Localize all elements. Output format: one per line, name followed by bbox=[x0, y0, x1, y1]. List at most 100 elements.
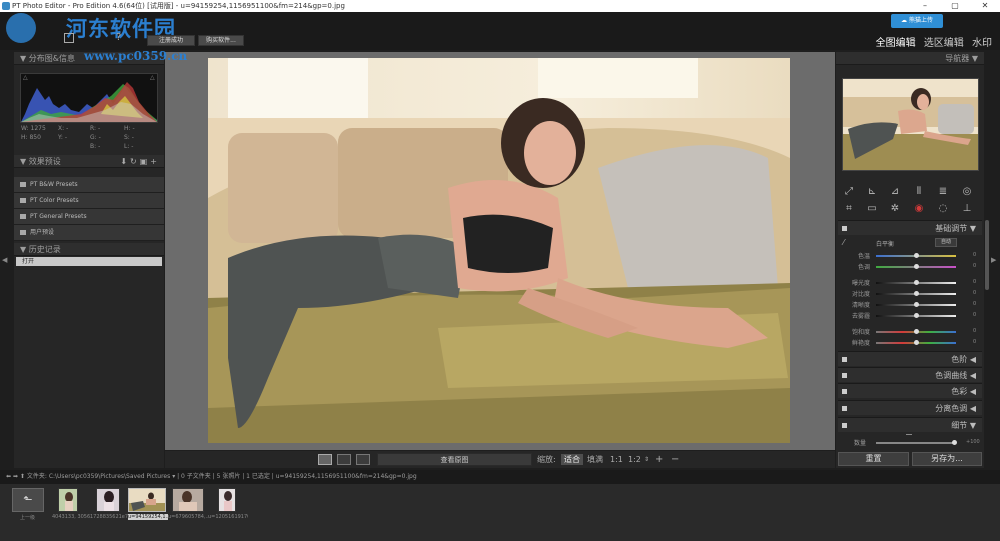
filmstrip-thumb[interactable] bbox=[58, 488, 78, 512]
help-icon[interactable]: ? bbox=[116, 32, 121, 43]
split-tone-section-header[interactable]: 分离色调 ◀ bbox=[838, 400, 982, 415]
close-window-button[interactable]: ✕ bbox=[974, 0, 996, 12]
zoom-1-1-button[interactable]: 1:1 bbox=[610, 454, 623, 465]
basic-adjust-header[interactable]: 基础调节 ▼ bbox=[838, 220, 982, 235]
crop-tool-icon[interactable]: ⤢ bbox=[843, 186, 855, 198]
gradient-tool-icon[interactable]: ≣ bbox=[937, 186, 949, 198]
rectangle-tool-icon[interactable]: ▭ bbox=[866, 203, 878, 215]
filmstrip-thumb[interactable] bbox=[172, 488, 204, 512]
view-split-vertical-button[interactable] bbox=[337, 454, 351, 465]
folder-icon bbox=[20, 182, 26, 187]
slider-knob[interactable] bbox=[914, 302, 919, 307]
slider-knob[interactable] bbox=[914, 329, 919, 334]
history-item[interactable]: 打开 bbox=[16, 257, 162, 266]
back-icon[interactable]: ⬅ bbox=[6, 473, 11, 480]
minimize-button[interactable]: – bbox=[914, 0, 936, 12]
folder-dropdown-icon[interactable]: ▾ bbox=[172, 473, 175, 480]
slider-label: 色调 bbox=[857, 264, 870, 271]
navigator-header[interactable]: 导航器 ▼ bbox=[836, 52, 984, 65]
vibrance-slider[interactable] bbox=[876, 340, 956, 345]
view-single-button[interactable] bbox=[318, 454, 332, 465]
tone-curve-section-header[interactable]: 色调曲线 ◀ bbox=[838, 367, 982, 382]
straighten-tool-icon[interactable]: ⊾ bbox=[866, 186, 878, 198]
presets-header[interactable]: ▼ 效果预设 ⬇↻▣+ bbox=[14, 155, 164, 168]
zoom-label: 缩放: bbox=[537, 455, 556, 464]
transform-tool-icon[interactable]: ⊿ bbox=[889, 186, 901, 198]
slider-knob[interactable] bbox=[914, 313, 919, 318]
tint-slider[interactable] bbox=[876, 264, 956, 269]
slider-knob[interactable] bbox=[914, 340, 919, 345]
navigator-thumbnail[interactable] bbox=[842, 78, 979, 171]
tab-watermark[interactable]: 水印 bbox=[972, 38, 992, 49]
forward-icon[interactable]: ➡ bbox=[13, 473, 18, 480]
cloud-upload-button[interactable]: ☁ 熊猫上传 bbox=[891, 14, 943, 28]
filmstrip-thumb[interactable] bbox=[218, 488, 236, 512]
contrast-slider[interactable] bbox=[876, 291, 956, 296]
auto-button[interactable]: 自动 bbox=[935, 238, 957, 247]
slider-knob[interactable] bbox=[914, 264, 919, 269]
filmstrip-thumb[interactable] bbox=[96, 488, 120, 512]
slider-knob[interactable] bbox=[914, 291, 919, 296]
preset-actions-icons[interactable]: ⬇↻▣+ bbox=[120, 155, 160, 168]
reset-button[interactable]: 重置 bbox=[838, 452, 909, 466]
eyedropper-icon[interactable]: ⁄ bbox=[843, 238, 844, 247]
register-button[interactable]: 注册成功 bbox=[147, 35, 195, 46]
heal-tool-icon[interactable]: ✲ bbox=[889, 203, 901, 215]
preset-folder-general[interactable]: PT General Presets bbox=[14, 209, 164, 225]
slider-value: 0 bbox=[973, 339, 977, 345]
up-folder-button[interactable]: ⬑ bbox=[12, 488, 44, 512]
color-section-header[interactable]: 色彩 ◀ bbox=[838, 383, 982, 398]
window-title: PT Photo Editor - Pro Edition 4.6(64位) [… bbox=[12, 2, 345, 10]
collapse-left-icon[interactable]: ◀ bbox=[2, 256, 7, 264]
slider-value: 0 bbox=[973, 263, 977, 269]
levels-section-header[interactable]: 色阶 ◀ bbox=[838, 351, 982, 366]
radial-tool-icon[interactable]: ◎ bbox=[961, 186, 973, 198]
saturation-slider[interactable] bbox=[876, 329, 956, 334]
right-panel-scrollbar[interactable] bbox=[985, 220, 989, 290]
up-icon[interactable]: ⬆ bbox=[20, 473, 25, 480]
clarity-slider[interactable] bbox=[876, 302, 956, 307]
zoom-fit-button[interactable]: 适合 bbox=[561, 454, 583, 465]
zoom-out-button[interactable]: − bbox=[671, 454, 679, 465]
tab-selective-edit[interactable]: 选区编辑 bbox=[924, 38, 964, 49]
detail-section-header[interactable]: 细节 ▼ bbox=[838, 417, 982, 432]
filmstrip-thumb-selected[interactable] bbox=[128, 488, 166, 512]
stamp-tool-icon[interactable]: ⊥ bbox=[961, 203, 973, 215]
temperature-slider[interactable] bbox=[876, 253, 956, 258]
clip-shadow-icon[interactable]: △ bbox=[23, 74, 28, 81]
slider-knob[interactable] bbox=[914, 280, 919, 285]
thumb-caption: u=12051619170... bbox=[208, 514, 248, 520]
view-original-button[interactable]: 查看原图 bbox=[377, 453, 532, 466]
slider-knob[interactable] bbox=[914, 253, 919, 258]
red-eye-tool-icon[interactable]: ◉ bbox=[913, 203, 925, 215]
zoom-stepper-icon[interactable]: ⇕ bbox=[644, 454, 649, 465]
preset-folder-user[interactable]: 用户预设 bbox=[14, 225, 164, 241]
slider-knob[interactable] bbox=[952, 440, 957, 445]
open-file-icon[interactable] bbox=[64, 33, 74, 43]
exposure-slider[interactable] bbox=[876, 280, 956, 285]
preset-folder-bw[interactable]: PT B&W Presets bbox=[14, 177, 164, 193]
history-header[interactable]: ▼ 历史记录 bbox=[14, 243, 164, 256]
dehaze-slider[interactable] bbox=[876, 313, 956, 318]
slider-label: 去雾霾 bbox=[851, 313, 870, 320]
buy-button[interactable]: 购买软件... bbox=[198, 35, 244, 46]
levels-tool-icon[interactable]: ⦀ bbox=[913, 186, 925, 198]
vignette-tool-icon[interactable]: ◌ bbox=[937, 203, 949, 215]
folder-path[interactable]: C:\Users\pc0359\Pictures\Saved Pictures bbox=[49, 473, 170, 480]
view-split-horizontal-button[interactable] bbox=[356, 454, 370, 465]
navigator-image bbox=[843, 79, 978, 170]
clip-highlight-icon[interactable]: △ bbox=[150, 74, 155, 81]
rotate-tool-icon[interactable]: ⌗ bbox=[843, 203, 855, 215]
collapse-right-icon[interactable]: ▶ bbox=[991, 256, 996, 264]
save-as-button[interactable]: 另存为... bbox=[912, 452, 982, 466]
slider-label: 色温 bbox=[857, 253, 870, 260]
amount-slider[interactable] bbox=[876, 440, 957, 445]
zoom-in-button[interactable]: + bbox=[655, 454, 663, 465]
tab-full-edit[interactable]: 全图编辑 bbox=[876, 38, 916, 49]
path-bar: ⬅ ➡ ⬆ 文件夹: C:\Users\pc0359\Pictures\Save… bbox=[0, 470, 1000, 484]
zoom-1-2-button[interactable]: 1:2 bbox=[628, 454, 641, 465]
preset-folder-color[interactable]: PT Color Presets bbox=[14, 193, 164, 209]
zoom-fill-button[interactable]: 填满 bbox=[587, 454, 603, 465]
maximize-button[interactable]: ▢ bbox=[944, 0, 966, 12]
slider-value: 0 bbox=[973, 301, 977, 307]
